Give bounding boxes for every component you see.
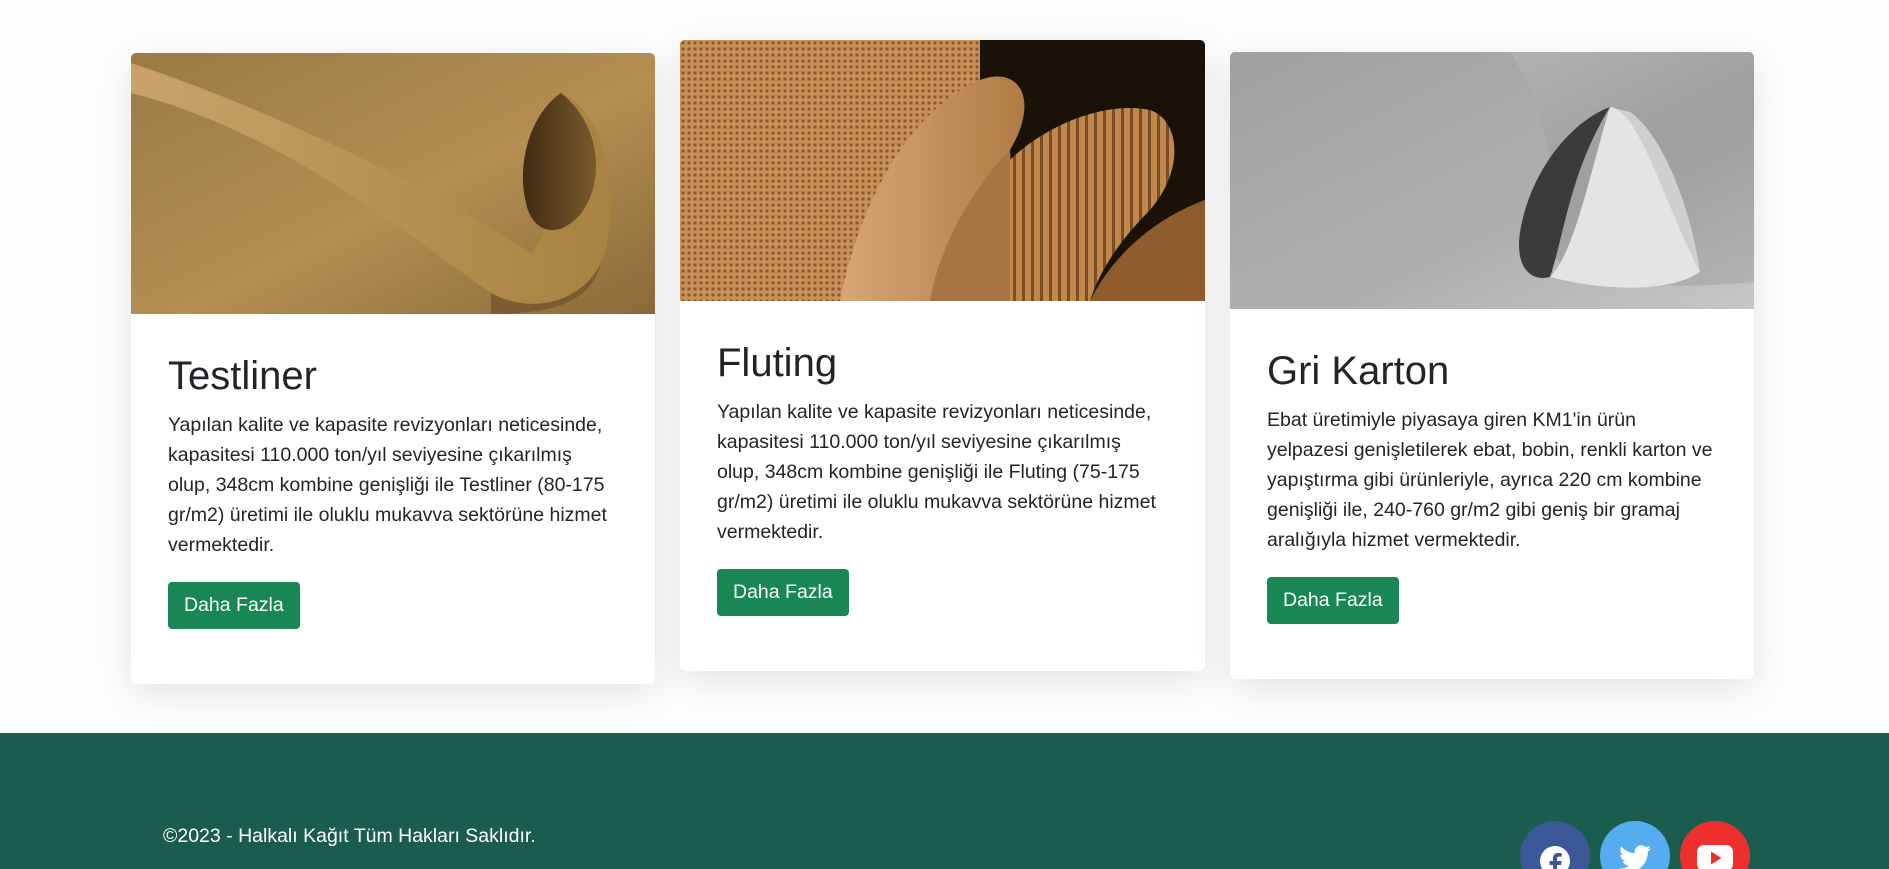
product-card-gri-karton: Gri Karton Ebat üretimiyle piyasaya gire… bbox=[1230, 52, 1754, 679]
product-card-fluting: Fluting Yapılan kalite ve kapasite reviz… bbox=[680, 40, 1205, 671]
testliner-card-body: Testliner Yapılan kalite ve kapasite rev… bbox=[131, 352, 655, 629]
more-button-testliner[interactable]: Daha Fazla bbox=[168, 582, 300, 629]
product-cards-section: Testliner Yapılan kalite ve kapasite rev… bbox=[0, 0, 1889, 733]
testliner-image bbox=[131, 53, 655, 314]
site-footer: ©2023 - Halkalı Kağıt Tüm Hakları Saklıd… bbox=[0, 733, 1889, 869]
card-title: Gri Karton bbox=[1267, 349, 1450, 393]
facebook-icon bbox=[1540, 846, 1570, 869]
card-description: Ebat üretimiyle piyasaya giren KM1'in ür… bbox=[1267, 409, 1713, 551]
fluting-image bbox=[680, 40, 1205, 301]
more-button-gri-karton[interactable]: Daha Fazla bbox=[1267, 577, 1399, 624]
twitter-icon bbox=[1619, 845, 1651, 869]
card-description: Yapılan kalite ve kapasite revizyonları … bbox=[168, 414, 607, 556]
youtube-icon bbox=[1697, 845, 1733, 869]
gri-karton-card-body: Gri Karton Ebat üretimiyle piyasaya gire… bbox=[1230, 347, 1754, 624]
copyright-text: ©2023 - Halkalı Kağıt Tüm Hakları Saklıd… bbox=[163, 825, 536, 847]
card-title: Testliner bbox=[168, 354, 317, 398]
more-button-fluting[interactable]: Daha Fazla bbox=[717, 569, 849, 616]
card-description: Yapılan kalite ve kapasite revizyonları … bbox=[717, 401, 1156, 543]
gri-karton-image bbox=[1230, 52, 1754, 309]
facebook-link[interactable] bbox=[1520, 821, 1590, 869]
card-title: Fluting bbox=[717, 341, 838, 385]
fluting-card-body: Fluting Yapılan kalite ve kapasite reviz… bbox=[680, 339, 1205, 616]
product-card-testliner: Testliner Yapılan kalite ve kapasite rev… bbox=[131, 53, 655, 684]
twitter-link[interactable] bbox=[1600, 821, 1670, 869]
youtube-link[interactable] bbox=[1680, 821, 1750, 869]
